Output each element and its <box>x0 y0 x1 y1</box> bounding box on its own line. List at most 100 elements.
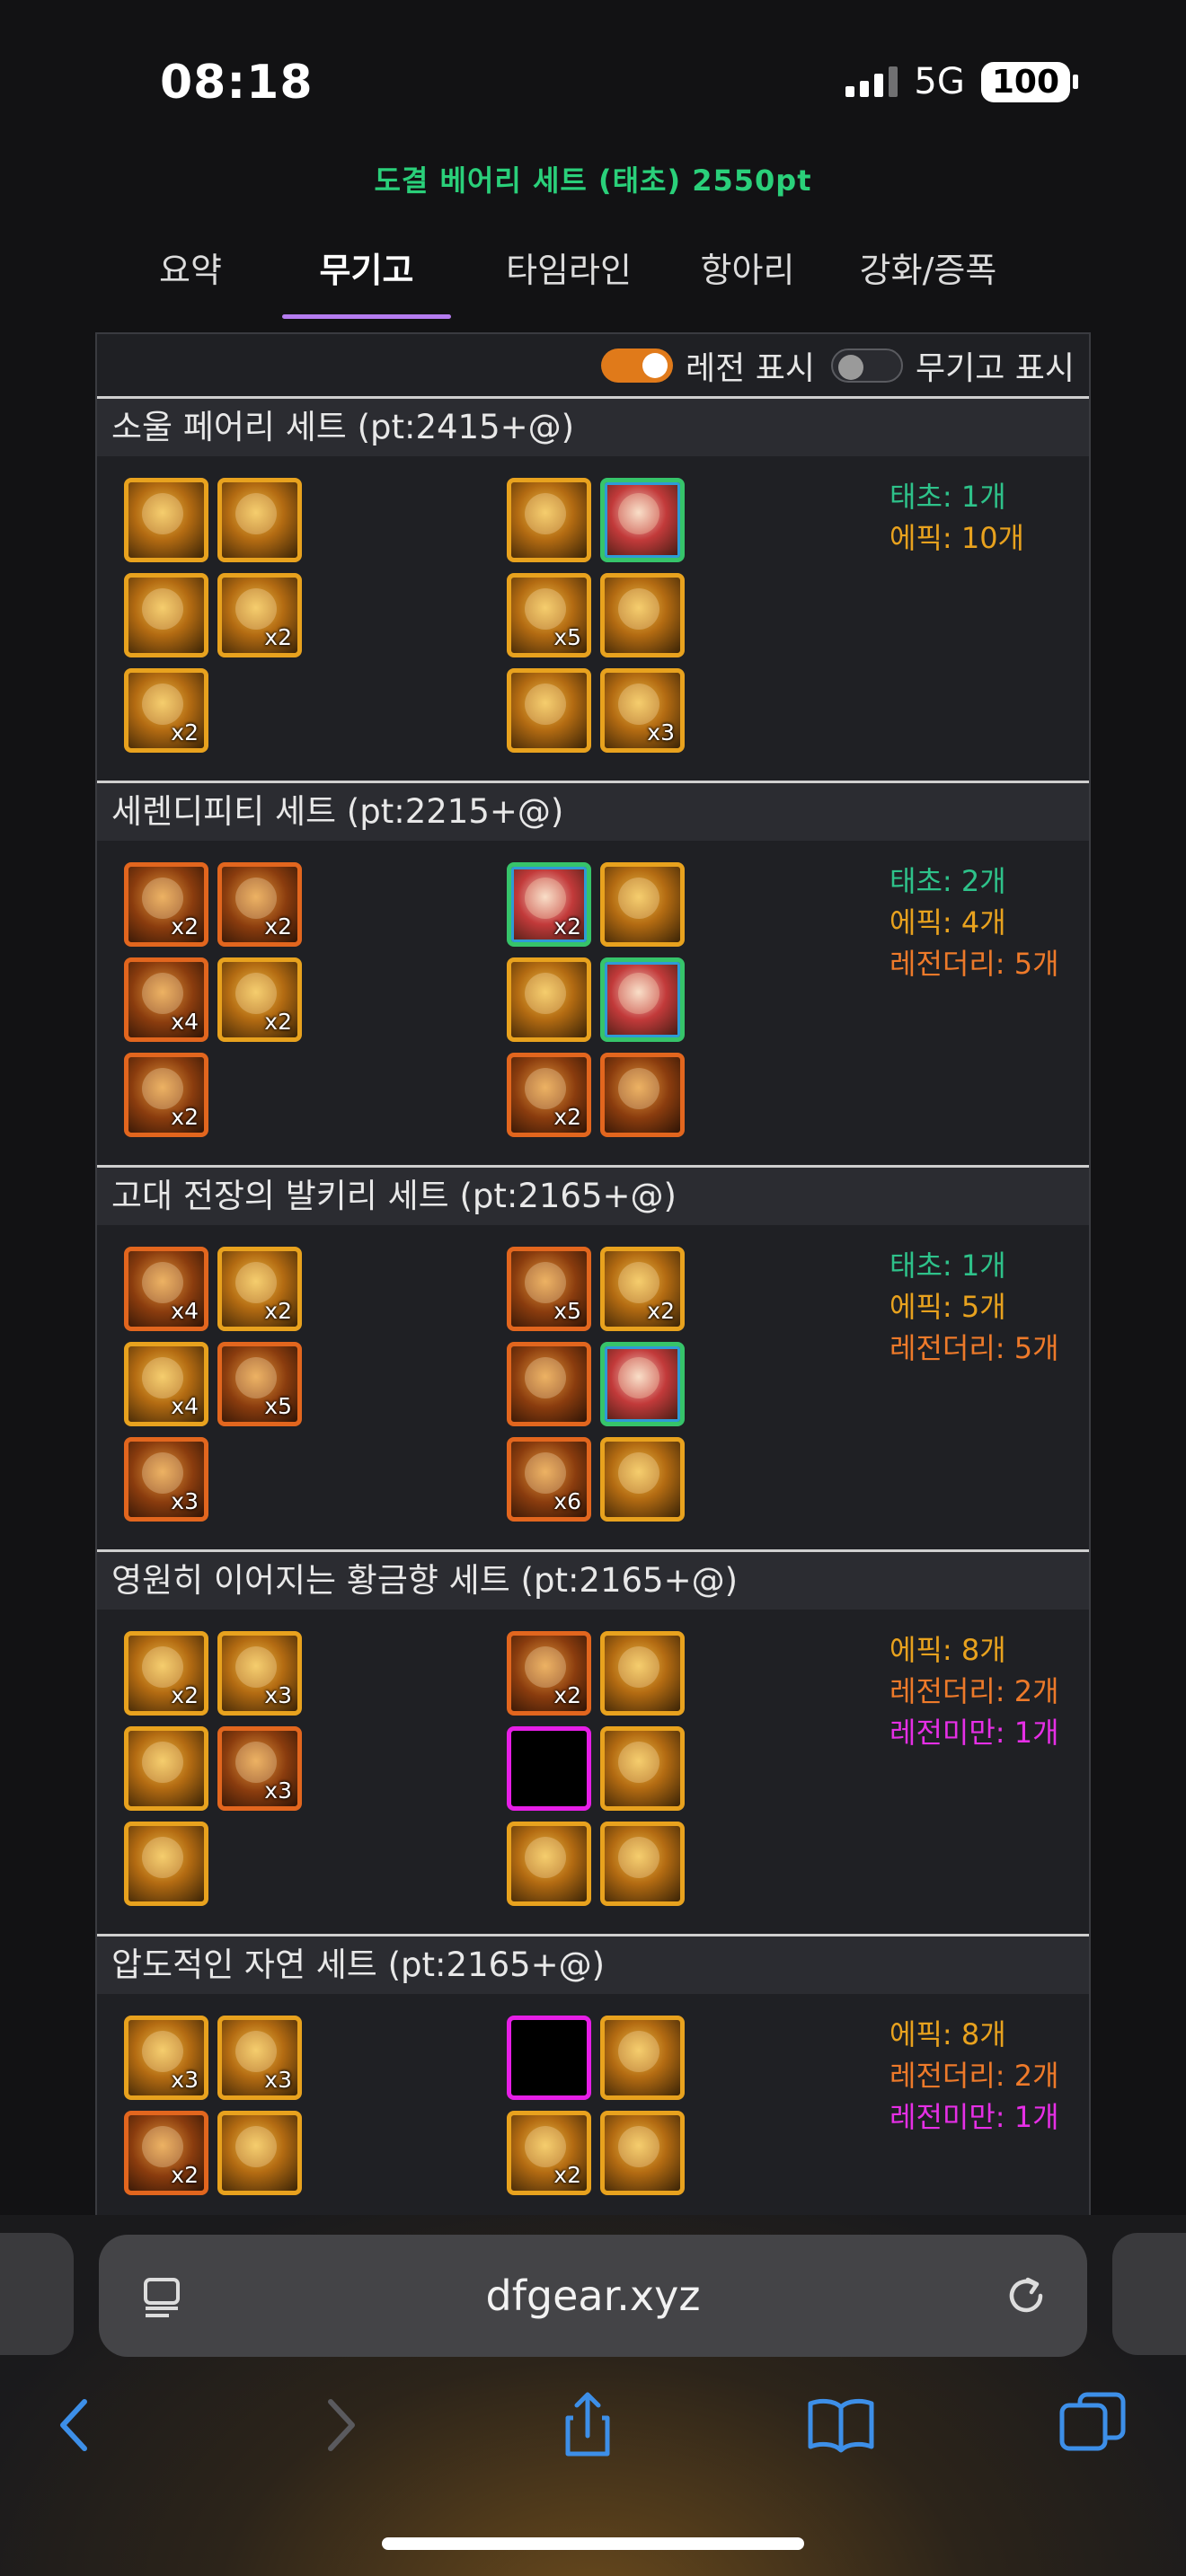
tab-jar[interactable]: 항아리 <box>686 235 809 319</box>
rarity-count: 레전더리: 2개 <box>890 1674 1059 1708</box>
item-icon[interactable] <box>600 1822 685 1906</box>
set-title: 영원히 이어지는 황금향 세트 (pt:2165+@) <box>97 1552 1089 1610</box>
item-icon[interactable] <box>124 478 208 562</box>
item-icon[interactable]: x5 <box>217 1342 302 1426</box>
item-icon[interactable] <box>507 957 591 1042</box>
set-title: 소울 페어리 세트 (pt:2415+@) <box>97 399 1089 456</box>
item-icon[interactable] <box>507 1726 591 1811</box>
legend-toggle-label: 레전 표시 <box>686 349 815 387</box>
address-bar[interactable]: dfgear.xyz <box>99 2235 1087 2357</box>
rarity-count: 태초: 2개 <box>890 864 1006 898</box>
page-title: 도결 베어리 세트 (태초) 2550pt <box>374 163 812 198</box>
next-tab-preview[interactable] <box>1112 2233 1186 2355</box>
status-time: 08:18 <box>160 56 314 110</box>
item-icon[interactable] <box>600 1437 685 1522</box>
armor-set: 세렌디피티 세트 (pt:2215+@) x2 x2 x4 x2 x2 x2 x2 태초: 2개… <box>97 783 1089 1168</box>
item-icon[interactable] <box>124 573 208 657</box>
item-icon[interactable] <box>600 573 685 657</box>
item-icon[interactable]: x2 <box>507 1053 591 1137</box>
url-text[interactable]: dfgear.xyz <box>486 2272 701 2320</box>
item-icon[interactable]: x2 <box>124 2111 208 2195</box>
item-icon[interactable] <box>217 478 302 562</box>
rarity-stats: 에픽: 8개레전더리: 2개레전미만: 1개 <box>890 1629 1059 1753</box>
item-icon[interactable]: x2 <box>507 2111 591 2195</box>
item-icon[interactable] <box>507 1342 591 1426</box>
signal-icon <box>845 66 898 97</box>
item-icon[interactable] <box>600 1053 685 1137</box>
item-icon[interactable]: x6 <box>507 1437 591 1522</box>
item-icon[interactable]: x5 <box>507 1247 591 1331</box>
armor-items: x3 x3 x2 <box>124 2016 302 2195</box>
item-icon[interactable] <box>217 2111 302 2195</box>
item-icon[interactable]: x3 <box>217 1631 302 1716</box>
item-icon[interactable]: x2 <box>124 862 208 947</box>
item-icon[interactable]: x2 <box>124 1631 208 1716</box>
item-icon[interactable]: x3 <box>217 2016 302 2100</box>
tab-reinforce[interactable]: 강화/증폭 <box>845 235 1012 319</box>
rarity-count: 에픽: 8개 <box>890 1633 1006 1667</box>
item-icon[interactable]: x3 <box>600 668 685 753</box>
item-icon[interactable] <box>507 2016 591 2100</box>
tab-summary[interactable]: 요약 <box>131 235 250 319</box>
item-count: x2 <box>171 719 199 745</box>
legend-toggle[interactable]: 레전 표시 <box>601 342 815 389</box>
item-icon[interactable]: x2 <box>507 1631 591 1716</box>
item-count: x2 <box>553 1682 581 1708</box>
item-icon[interactable]: x2 <box>217 957 302 1042</box>
item-icon[interactable]: x4 <box>124 957 208 1042</box>
item-icon[interactable] <box>600 1726 685 1811</box>
item-icon[interactable] <box>507 1822 591 1906</box>
rarity-count: 에픽: 5개 <box>890 1290 1006 1324</box>
item-count: x2 <box>264 624 292 650</box>
armory-switch[interactable] <box>830 348 903 383</box>
tabs-icon[interactable] <box>1057 2389 1128 2461</box>
set-body: x2 x2 x5 x3 태초: 1개 에픽: 10개 <box>97 456 1089 783</box>
item-count: x6 <box>553 1488 581 1514</box>
item-icon[interactable]: x2 <box>507 862 591 947</box>
item-icon[interactable] <box>600 2111 685 2195</box>
tab-timeline[interactable]: 타임라인 <box>487 235 651 319</box>
rarity-stats: 태초: 1개 에픽: 5개 레전더리: 5개 <box>890 1245 1059 1369</box>
item-icon[interactable]: x3 <box>124 2016 208 2100</box>
tab-armory[interactable]: 무기고 <box>282 235 451 319</box>
item-icon[interactable] <box>600 1342 685 1426</box>
item-icon[interactable]: x4 <box>124 1342 208 1426</box>
item-icon[interactable]: x4 <box>124 1247 208 1331</box>
item-icon[interactable]: x2 <box>124 668 208 753</box>
rarity-count: 레전미만: 1개 <box>890 1716 1059 1750</box>
item-icon[interactable] <box>124 1822 208 1906</box>
item-icon[interactable] <box>600 2016 685 2100</box>
item-icon[interactable] <box>124 1726 208 1811</box>
item-icon[interactable]: x2 <box>600 1247 685 1331</box>
reader-mode-icon[interactable] <box>142 2276 181 2319</box>
item-icon[interactable] <box>600 957 685 1042</box>
legend-switch[interactable] <box>601 348 674 383</box>
back-icon[interactable] <box>41 2389 113 2461</box>
item-icon[interactable] <box>507 478 591 562</box>
forward-icon[interactable] <box>302 2389 374 2461</box>
reload-icon[interactable] <box>1001 2271 1051 2321</box>
item-icon[interactable] <box>600 862 685 947</box>
item-icon[interactable]: x5 <box>507 573 591 657</box>
item-count: x2 <box>647 1298 675 1324</box>
item-count: x2 <box>171 1682 199 1708</box>
home-indicator <box>382 2537 804 2550</box>
item-icon[interactable]: x2 <box>217 1247 302 1331</box>
rarity-stats: 태초: 1개 에픽: 10개 <box>890 476 1024 559</box>
item-count: x3 <box>647 719 675 745</box>
armory-toggle[interactable]: 무기고 표시 <box>830 342 1075 389</box>
item-icon[interactable] <box>600 478 685 562</box>
item-icon[interactable] <box>600 1631 685 1716</box>
armor-set: 소울 페어리 세트 (pt:2415+@) x2 x2 x5 x3 태초: 1개 에픽: 1… <box>97 399 1089 783</box>
share-icon[interactable] <box>552 2389 624 2461</box>
item-icon[interactable]: x2 <box>217 862 302 947</box>
item-icon[interactable]: x2 <box>217 573 302 657</box>
item-icon[interactable]: x3 <box>217 1726 302 1811</box>
previous-tab-preview[interactable] <box>0 2233 74 2355</box>
item-icon[interactable]: x2 <box>124 1053 208 1137</box>
item-icon[interactable] <box>507 668 591 753</box>
item-count: x3 <box>171 2067 199 2093</box>
bookmarks-icon[interactable] <box>805 2389 877 2461</box>
network-type: 5G <box>914 61 965 102</box>
item-icon[interactable]: x3 <box>124 1437 208 1522</box>
